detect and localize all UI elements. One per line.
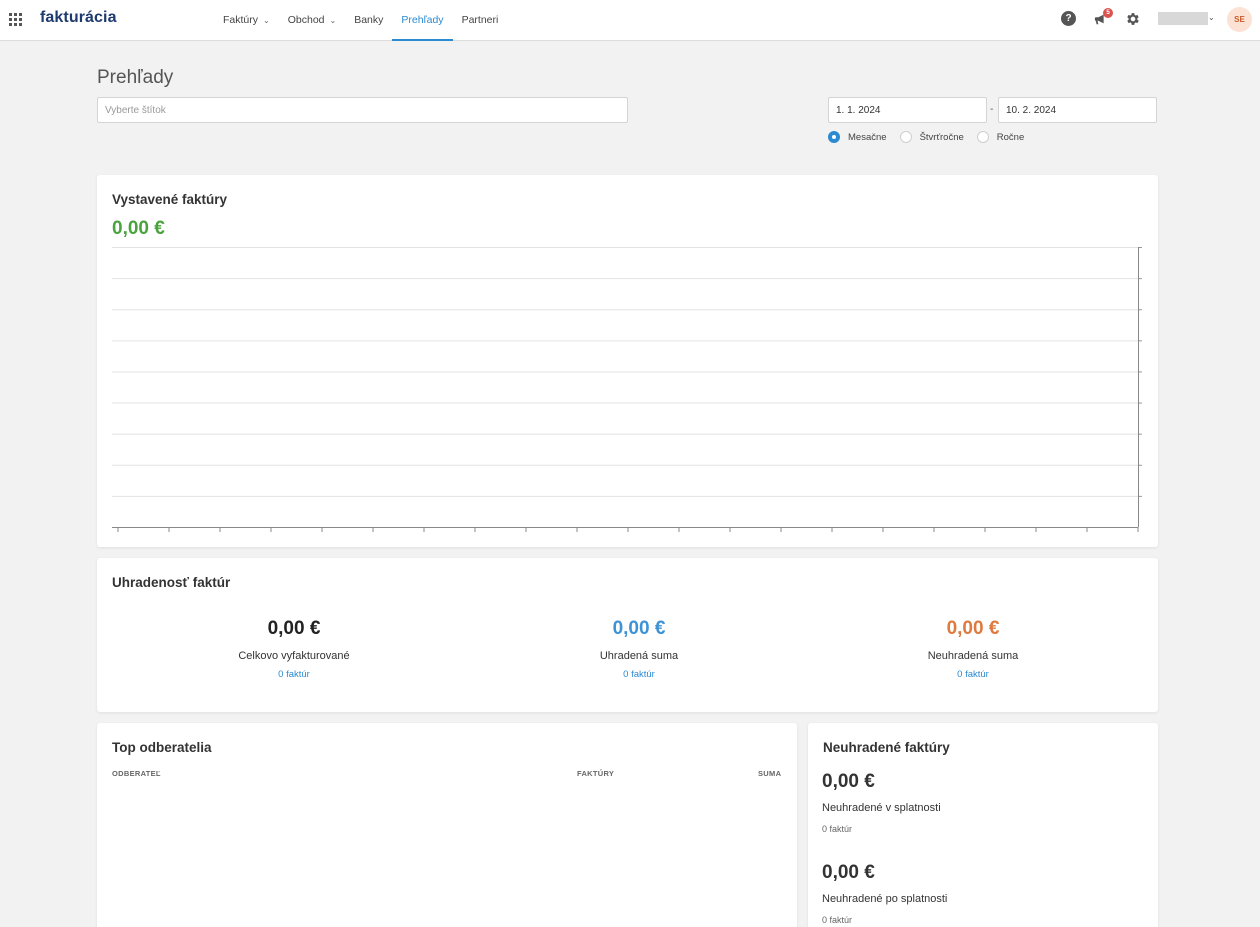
stat-paid-sum: 0,00 € Uhradená suma 0 faktúr [469,618,809,680]
stat-amount: 0,00 € [946,618,1000,639]
date-to-input[interactable] [998,97,1157,123]
nav-item-partneri[interactable]: Partneri [453,0,508,40]
stat-label: Neuhradená suma [927,650,1019,662]
card-title: Vystavené faktúry [112,192,228,207]
top-customers-card: Top odberatelia ODBERATEĽ FAKTÚRY SUMA [97,723,797,927]
avatar[interactable]: SE [1227,7,1252,32]
apps-grid-icon[interactable] [9,13,22,26]
date-separator: - [990,104,994,115]
period-radio-group: Mesačne Štvrťročne Ročne [828,131,1037,143]
issued-invoices-card: Vystavené faktúry 0,00 € [97,175,1158,547]
stat-invoices-link[interactable]: 0 faktúr [124,669,464,680]
column-header-invoices[interactable]: FAKTÚRY [577,769,614,778]
radio-dot [899,131,912,143]
stat-unpaid-sum: 0,00 € Neuhradená suma 0 faktúr [803,618,1143,680]
radio-dot [976,131,989,143]
unpaid-within-due-count: 0 faktúr [822,824,853,834]
radio-label: Štvrťročne [919,131,964,143]
notification-badge: 5 [1103,8,1113,18]
chevron-down-icon[interactable]: ⌄ [1208,13,1215,22]
nav-item-label: Banky [354,14,384,26]
nav-item-label: Partneri [461,14,499,26]
radio-quarterly[interactable]: Štvrťročne [899,131,964,143]
stat-amount: 0,00 € [267,618,321,639]
radio-monthly[interactable]: Mesačne [828,131,887,143]
chevron-down-icon: ⌄ [329,15,337,25]
issued-amount: 0,00 € [112,218,165,239]
stat-invoices-link[interactable]: 0 faktúr [469,669,809,680]
gear-icon[interactable] [1125,11,1141,27]
radio-yearly[interactable]: Ročne [976,131,1025,143]
unpaid-overdue-count: 0 faktúr [822,915,853,925]
stat-invoices-link[interactable]: 0 faktúr [803,669,1143,680]
card-title: Neuhradené faktúry [823,740,950,755]
stat-label: Uhradená suma [599,650,679,662]
stat-label: Celkovo vyfakturované [238,650,350,662]
unpaid-overdue-label: Neuhradené po splatnosti [822,893,948,905]
app-logo[interactable]: fakturácia [40,9,117,27]
stat-total-invoiced: 0,00 € Celkovo vyfakturované 0 faktúr [124,618,464,680]
unpaid-invoices-card: Neuhradené faktúry 0,00 € Neuhradené v s… [808,723,1158,927]
nav-item-label: Faktúry [223,14,259,26]
payment-status-card: Uhradenosť faktúr 0,00 € Celkovo vyfaktu… [97,558,1158,712]
help-icon[interactable]: ? [1061,11,1076,26]
column-header-sum[interactable]: SUMA [758,769,781,778]
nav-item-prehlady[interactable]: Prehľady [392,0,453,41]
unpaid-overdue-amount: 0,00 € [822,862,875,883]
card-title: Uhradenosť faktúr [112,575,231,590]
radio-label: Mesačne [848,131,887,143]
radio-dot [828,131,840,143]
stat-amount: 0,00 € [612,618,666,639]
tag-select-input[interactable] [97,97,628,123]
unpaid-within-due-label: Neuhradené v splatnosti [822,802,941,814]
nav-item-label: Prehľady [401,14,444,26]
nav-item-banky[interactable]: Banky [345,0,392,40]
user-account-select[interactable] [1158,12,1208,25]
unpaid-within-due-amount: 0,00 € [822,771,875,792]
date-from-input[interactable] [828,97,987,123]
nav-item-faktury[interactable]: Faktúry ⌄ [214,0,279,40]
nav-item-obchod[interactable]: Obchod ⌄ [279,0,345,40]
top-navbar: fakturácia Faktúry ⌄ Obchod ⌄ Banky Preh… [0,0,1260,41]
radio-label: Ročne [996,131,1025,143]
column-header-customer[interactable]: ODBERATEĽ [112,769,161,778]
card-title: Top odberatelia [112,740,212,755]
main-nav: Faktúry ⌄ Obchod ⌄ Banky Prehľady Partne… [214,0,507,41]
issued-invoices-chart [112,247,1142,532]
chevron-down-icon: ⌄ [263,15,270,25]
page-title: Prehľady [97,67,174,88]
nav-item-label: Obchod [287,14,325,26]
